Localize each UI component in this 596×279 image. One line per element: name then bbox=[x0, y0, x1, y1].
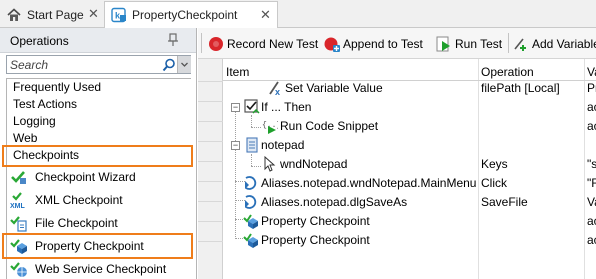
category-test-actions[interactable]: Test Actions bbox=[13, 96, 77, 113]
if-then-icon bbox=[244, 99, 260, 114]
toolbar-separator bbox=[508, 33, 509, 53]
chevron-down-icon bbox=[181, 62, 188, 67]
run-test-label: Run Test bbox=[455, 37, 503, 51]
row-item: Aliases.notepad.wndNotepad.MainMenu bbox=[261, 176, 477, 190]
table-row[interactable]: {..} Run Code Snippet ac bbox=[223, 116, 596, 136]
operations-title: Operations bbox=[10, 34, 69, 48]
row-item: notepad bbox=[261, 138, 305, 152]
xml-checkpoint-icon: XML bbox=[10, 191, 28, 210]
property-checkpoint-icon bbox=[243, 233, 258, 248]
add-variable-button[interactable]: Add Variable bbox=[513, 34, 596, 54]
checkpoints-category-highlight bbox=[2, 145, 193, 167]
keyword-test-icon: k bbox=[111, 7, 126, 23]
add-variable-icon bbox=[513, 36, 529, 52]
run-test-button[interactable]: Run Test bbox=[436, 34, 502, 54]
notepad-process-icon bbox=[246, 137, 258, 153]
operation-label: File Checkpoint bbox=[35, 215, 118, 230]
row-item: Run Code Snippet bbox=[280, 119, 379, 133]
pin-icon[interactable] bbox=[166, 33, 180, 47]
svg-text:x: x bbox=[275, 87, 280, 96]
tab-property-checkpoint-label: PropertyCheckpoint bbox=[132, 8, 238, 22]
append-to-test-button[interactable]: Append to Test bbox=[324, 34, 423, 54]
row-value: ac bbox=[587, 214, 596, 228]
checkpoint-wizard-icon bbox=[10, 168, 28, 186]
tab-start-page[interactable]: Start Page ✕ bbox=[0, 1, 104, 28]
operation-file-checkpoint[interactable]: File Checkpoint bbox=[10, 211, 118, 234]
tab-start-page-label: Start Page bbox=[27, 7, 84, 22]
test-toolbar: Record New Test Append to Test Run Test … bbox=[198, 28, 596, 59]
window-object-icon bbox=[264, 156, 276, 172]
test-steps-grid: Item Operation Va x Set Variable Value f… bbox=[198, 59, 596, 279]
row-operation: Click bbox=[481, 176, 507, 190]
operations-search-box bbox=[6, 55, 191, 74]
record-new-test-label: Record New Test bbox=[227, 37, 319, 51]
menu-action-icon bbox=[245, 176, 257, 190]
operation-label: Checkpoint Wizard bbox=[35, 169, 136, 184]
row-item: wndNotepad bbox=[280, 157, 348, 171]
table-row[interactable]: − If ... Then ac bbox=[223, 97, 596, 117]
operations-panel: Operations Frequently Used Test Actions … bbox=[0, 28, 197, 279]
row-item: Property Checkpoint bbox=[261, 233, 370, 247]
row-value: ac bbox=[587, 233, 596, 247]
operation-label: Web Service Checkpoint bbox=[35, 261, 167, 276]
row-operation: filePath [Local] bbox=[481, 81, 560, 95]
add-variable-label: Add Variable bbox=[532, 37, 596, 51]
append-to-test-label: Append to Test bbox=[343, 37, 423, 51]
web-service-checkpoint-icon bbox=[10, 260, 28, 278]
tab-property-checkpoint[interactable]: k PropertyCheckpoint ✕ bbox=[104, 1, 278, 29]
row-value: ac bbox=[587, 119, 596, 133]
collapse-toggle[interactable]: − bbox=[231, 141, 240, 150]
row-operation: SaveFile bbox=[481, 195, 528, 209]
row-value: Va bbox=[587, 195, 596, 209]
svg-text:XML: XML bbox=[10, 203, 26, 209]
operations-panel-header: Operations bbox=[0, 28, 196, 53]
home-icon bbox=[7, 7, 21, 21]
table-row[interactable]: Aliases.notepad.dlgSaveAs SaveFile Va bbox=[223, 192, 596, 212]
run-icon bbox=[436, 36, 452, 52]
row-value: "s bbox=[587, 157, 596, 171]
run-code-snippet-icon: {..} bbox=[262, 121, 278, 134]
row-item: Aliases.notepad.dlgSaveAs bbox=[261, 195, 408, 209]
table-row[interactable]: Aliases.notepad.wndNotepad.MainMenu Clic… bbox=[223, 173, 596, 193]
row-item: Set Variable Value bbox=[285, 81, 383, 95]
table-row[interactable]: − notepad bbox=[223, 135, 596, 155]
row-item: If ... Then bbox=[261, 100, 312, 114]
table-row[interactable]: wndNotepad Keys "s bbox=[223, 154, 596, 174]
search-dropdown-button[interactable] bbox=[177, 56, 191, 73]
property-checkpoint-icon bbox=[243, 214, 258, 229]
operation-label: XML Checkpoint bbox=[35, 192, 123, 207]
tab-bar: Start Page ✕ k PropertyCheckpoint ✕ bbox=[0, 0, 596, 29]
set-variable-icon: x bbox=[269, 81, 280, 96]
table-row[interactable]: Property Checkpoint ac bbox=[223, 230, 596, 250]
property-checkpoint-highlight bbox=[2, 233, 193, 259]
operation-xml-checkpoint[interactable]: XML XML Checkpoint bbox=[10, 188, 123, 211]
close-icon[interactable]: ✕ bbox=[260, 7, 271, 23]
file-checkpoint-icon bbox=[10, 214, 28, 232]
search-input[interactable] bbox=[7, 56, 157, 73]
category-logging[interactable]: Logging bbox=[13, 113, 56, 130]
record-icon bbox=[208, 36, 224, 52]
category-frequently-used[interactable]: Frequently Used bbox=[13, 79, 101, 96]
row-gutter bbox=[198, 59, 223, 279]
operation-checkpoint-wizard[interactable]: Checkpoint Wizard bbox=[10, 165, 136, 188]
row-operation: Keys bbox=[481, 157, 508, 171]
operation-web-service-checkpoint[interactable]: Web Service Checkpoint bbox=[10, 257, 166, 279]
toolbar-separator bbox=[201, 33, 202, 53]
append-record-icon bbox=[324, 36, 340, 52]
row-value: Pr bbox=[587, 81, 596, 95]
record-new-test-button[interactable]: Record New Test bbox=[208, 34, 318, 54]
table-row[interactable]: Property Checkpoint ac bbox=[223, 211, 596, 231]
row-item: Property Checkpoint bbox=[261, 214, 370, 228]
table-row[interactable]: x Set Variable Value filePath [Local] Pr bbox=[223, 78, 596, 98]
row-value: ac bbox=[587, 100, 596, 114]
row-value: "F bbox=[587, 176, 596, 190]
dialog-action-icon bbox=[245, 195, 257, 209]
collapse-toggle[interactable]: − bbox=[231, 103, 240, 112]
search-icon[interactable] bbox=[162, 58, 176, 72]
close-icon[interactable]: ✕ bbox=[88, 6, 99, 22]
